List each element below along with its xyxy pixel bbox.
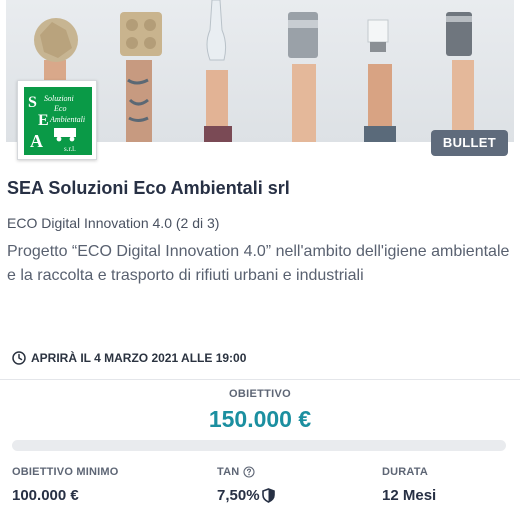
funding-progress-bar bbox=[12, 440, 506, 451]
tan-value: 7,50% bbox=[217, 487, 260, 504]
logo-letter-a: A bbox=[30, 131, 43, 151]
stat-duration: DURATA 12 Mesi bbox=[382, 466, 436, 504]
tan-label: TAN bbox=[217, 466, 240, 478]
company-title[interactable]: SEA Soluzioni Eco Ambientali srl bbox=[7, 178, 290, 199]
company-logo: S E A Soluzioni Eco Ambientali s.r.l. bbox=[17, 80, 97, 160]
duration-label: DURATA bbox=[382, 466, 429, 478]
opening-date-text: APRIRÀ IL 4 MARZO 2021 ALLE 19:00 bbox=[31, 351, 247, 365]
campaign-description: Progetto “ECO Digital Innovation 4.0” ne… bbox=[7, 243, 510, 284]
minimum-goal-value: 100.000 € bbox=[12, 487, 79, 504]
divider bbox=[0, 379, 520, 380]
duration-value: 12 Mesi bbox=[382, 487, 437, 504]
logo-text-line2: Eco bbox=[53, 104, 66, 113]
logo-mark: S E A Soluzioni Eco Ambientali s.r.l. bbox=[24, 87, 92, 155]
clock-icon bbox=[12, 351, 26, 365]
logo-text-line1: Soluzioni bbox=[44, 94, 74, 103]
help-icon[interactable] bbox=[243, 466, 255, 478]
logo-suffix: s.r.l. bbox=[64, 145, 76, 153]
opening-date: APRIRÀ IL 4 MARZO 2021 ALLE 19:00 bbox=[12, 351, 246, 365]
type-badge: BULLET bbox=[430, 130, 508, 156]
shield-icon[interactable] bbox=[261, 488, 275, 503]
campaign-subtitle: ECO Digital Innovation 4.0 (2 di 3) bbox=[7, 215, 220, 231]
logo-text-line3: Ambientali bbox=[49, 115, 85, 124]
goal-value: 150.000 € bbox=[208, 406, 312, 432]
stat-minimum-goal: OBIETTIVO MINIMO 100.000 € bbox=[12, 466, 118, 504]
goal-label: OBIETTIVO bbox=[229, 388, 291, 400]
campaign-card[interactable]: S E A Soluzioni Eco Ambientali s.r.l. BU… bbox=[0, 0, 520, 522]
logo-letter-s: S bbox=[28, 94, 37, 111]
logo-letter-e: E bbox=[38, 112, 49, 129]
stat-tan: TAN 7,50% bbox=[217, 466, 275, 504]
minimum-goal-label: OBIETTIVO MINIMO bbox=[12, 466, 119, 478]
